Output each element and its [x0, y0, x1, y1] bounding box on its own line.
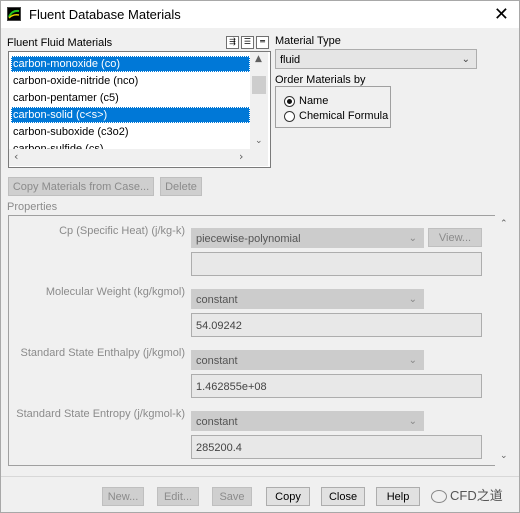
molecular-weight-method-select[interactable]: constant ⌄: [191, 289, 424, 309]
chevron-down-icon: ⌄: [408, 233, 417, 244]
edit-button[interactable]: Edit...: [157, 487, 199, 506]
properties-scrollbar[interactable]: ⌃ ⌄: [495, 215, 512, 466]
cp-method-select[interactable]: piecewise-polynomial ⌄: [191, 228, 424, 248]
watermark-text: CFD之道: [450, 488, 503, 503]
material-type-value: fluid: [280, 54, 301, 66]
molecular-weight-method-value: constant: [196, 294, 238, 306]
material-type-select[interactable]: fluid ⌄: [275, 49, 477, 69]
order-formula-radio[interactable]: [284, 111, 295, 122]
fluid-materials-label: Fluent Fluid Materials: [7, 37, 113, 49]
copy-from-case-button[interactable]: Copy Materials from Case...: [8, 177, 154, 196]
order-by-label: Order Materials by: [275, 74, 366, 86]
chevron-down-icon: ⌄: [408, 294, 417, 305]
scroll-down-icon[interactable]: ⌄: [500, 451, 508, 461]
list-item[interactable]: carbon-pentamer (c5): [11, 90, 250, 106]
window-title: Fluent Database Materials: [29, 7, 181, 22]
cp-value-field[interactable]: [191, 252, 482, 276]
properties-label: Properties: [7, 201, 58, 213]
cp-method-value: piecewise-polynomial: [196, 233, 301, 245]
scroll-up-icon[interactable]: ⌃: [500, 219, 508, 229]
list-horizontal-scrollbar[interactable]: ‹ ›: [9, 149, 268, 166]
chevron-down-icon: ⌄: [408, 355, 417, 366]
scroll-up-icon[interactable]: ▲: [255, 54, 262, 64]
cp-label: Cp (Specific Heat) (j/kg-k): [59, 225, 185, 237]
copy-button[interactable]: Copy: [266, 487, 310, 506]
view-button[interactable]: View...: [428, 228, 482, 247]
entropy-method-value: constant: [196, 416, 238, 428]
list-vertical-scrollbar[interactable]: ▲ ⌄: [250, 52, 268, 149]
order-by-group: Name Chemical Formula: [275, 86, 391, 128]
scroll-thumb[interactable]: [252, 76, 266, 94]
enthalpy-method-select[interactable]: constant ⌄: [191, 350, 424, 370]
footer-divider: [1, 476, 519, 477]
wechat-icon: [431, 490, 447, 504]
scroll-right-icon[interactable]: ›: [239, 150, 243, 163]
scroll-down-icon[interactable]: ⌄: [255, 136, 263, 146]
list-item[interactable]: carbon-solid (c<s>): [11, 107, 250, 123]
select-all-icon[interactable]: ⇶: [226, 36, 239, 49]
fluent-app-icon: [7, 7, 21, 21]
molecular-weight-label: Molecular Weight (kg/kgmol): [45, 286, 185, 298]
dialog-window: Fluent Database Materials ✕ Fluent Fluid…: [0, 0, 520, 513]
enthalpy-field[interactable]: 1.462855e+08: [191, 374, 482, 398]
scroll-left-icon[interactable]: ‹: [14, 150, 18, 163]
list-item[interactable]: carbon-suboxide (c3o2): [11, 124, 250, 140]
close-button[interactable]: Close: [321, 487, 365, 506]
entropy-label: Standard State Entropy (j/kgmol-k): [16, 408, 185, 420]
entropy-method-select[interactable]: constant ⌄: [191, 411, 424, 431]
order-formula-label[interactable]: Chemical Formula: [299, 110, 388, 122]
deselect-icon[interactable]: ═: [256, 36, 269, 49]
chevron-down-icon: ⌄: [408, 416, 417, 427]
fluid-materials-list[interactable]: carbon-monoxide (co) carbon-oxide-nitrid…: [8, 51, 271, 168]
list-icon[interactable]: ☰: [241, 36, 254, 49]
close-icon[interactable]: ✕: [494, 4, 509, 25]
new-button[interactable]: New...: [102, 487, 144, 506]
order-name-radio[interactable]: [284, 96, 295, 107]
entropy-field[interactable]: 285200.4: [191, 435, 482, 459]
list-item[interactable]: carbon-monoxide (co): [11, 56, 250, 72]
order-name-label[interactable]: Name: [299, 95, 328, 107]
enthalpy-method-value: constant: [196, 355, 238, 367]
watermark: CFD之道: [431, 485, 503, 504]
list-item[interactable]: carbon-oxide-nitride (nco): [11, 73, 250, 89]
delete-button[interactable]: Delete: [160, 177, 202, 196]
molecular-weight-field[interactable]: 54.09242: [191, 313, 482, 337]
save-button[interactable]: Save: [212, 487, 252, 506]
enthalpy-label: Standard State Enthalpy (j/kgmol): [20, 347, 185, 359]
help-button[interactable]: Help: [376, 487, 420, 506]
chevron-down-icon: ⌄: [461, 54, 470, 65]
material-type-label: Material Type: [275, 35, 341, 47]
title-bar[interactable]: Fluent Database Materials ✕: [1, 1, 519, 28]
